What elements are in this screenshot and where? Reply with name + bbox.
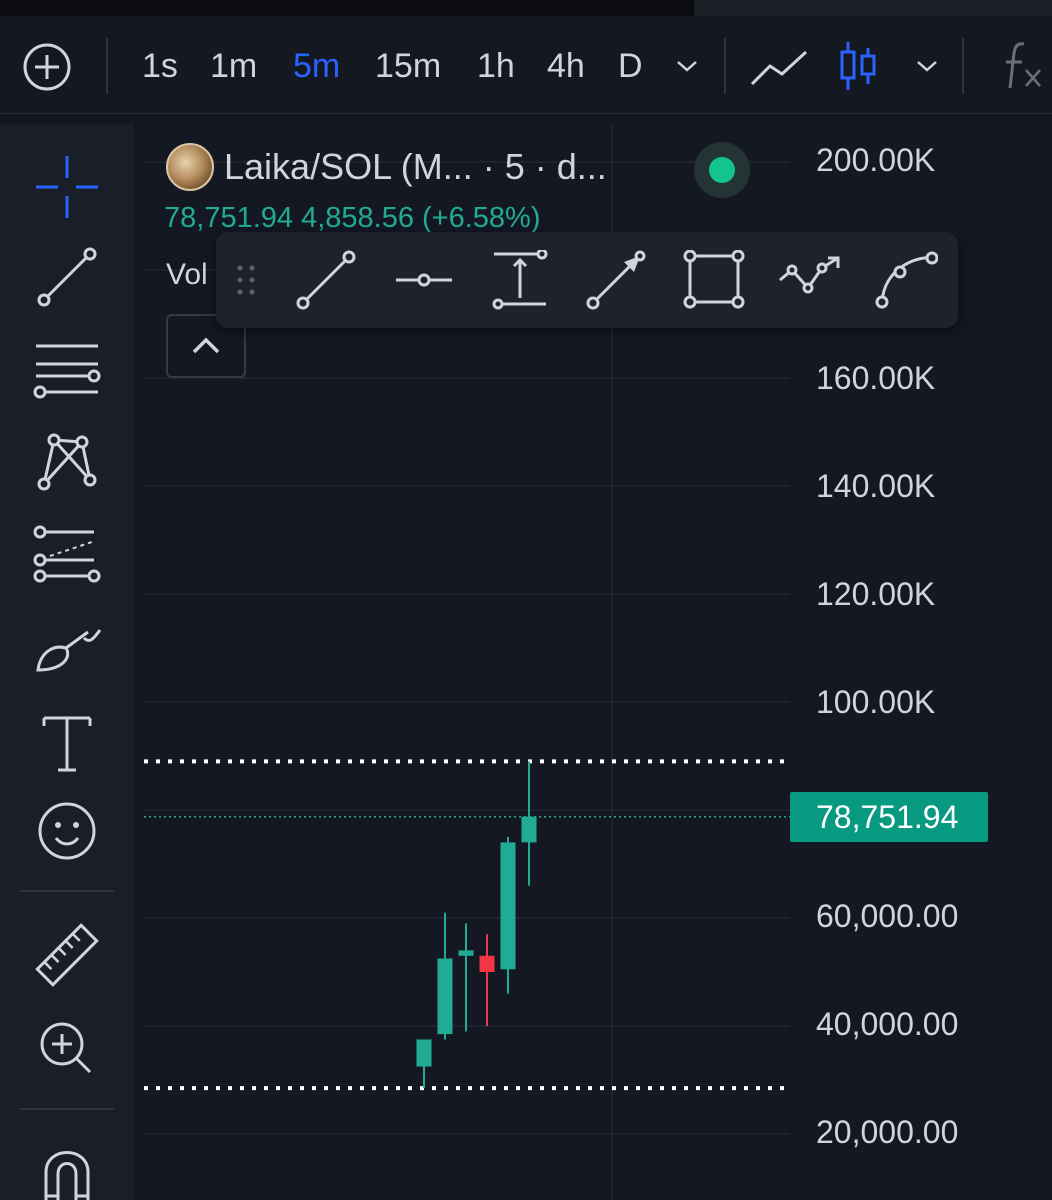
arrow-line-icon[interactable] — [584, 250, 648, 310]
fib-icon[interactable] — [32, 520, 102, 590]
candle-body — [437, 958, 453, 1035]
sidebar-divider — [20, 1108, 114, 1110]
crosshair-icon[interactable] — [32, 152, 102, 222]
price-scale-label: 100.00K — [816, 684, 936, 720]
rectangle-icon[interactable] — [682, 250, 746, 310]
horizontal-lines-icon[interactable] — [32, 332, 102, 402]
timeframe-1m[interactable]: 1m — [210, 46, 257, 86]
toolbar-separator — [106, 38, 108, 94]
horizontal-ray-icon[interactable] — [392, 250, 456, 310]
trend-line-icon[interactable] — [294, 250, 358, 310]
symbol-name: Laika/SOL (M... — [224, 146, 473, 187]
indicators-fx-icon[interactable] — [1000, 40, 1046, 92]
timeframe-5m[interactable]: 5m — [293, 46, 340, 86]
top-toolbar: 1s 1m 5m 15m 1h 4h D — [0, 16, 1052, 114]
price-scale-label: 140.00K — [816, 468, 936, 504]
pattern-icon[interactable] — [32, 424, 102, 494]
curve-icon[interactable] — [874, 250, 938, 310]
timeframe-1s[interactable]: 1s — [142, 46, 178, 86]
line-chart-icon[interactable] — [750, 48, 808, 88]
ruler-icon[interactable] — [32, 920, 102, 990]
chevron-up-icon — [192, 337, 220, 354]
status-bar — [0, 0, 1052, 16]
text-icon[interactable] — [32, 708, 102, 778]
add-circle-icon[interactable] — [22, 42, 72, 92]
timeframe-d[interactable]: D — [618, 46, 643, 86]
chart-pane[interactable]: Laika/SOL (M... · 5 · d... 78,751.94 4,8… — [144, 124, 1052, 1200]
candle-body — [458, 950, 474, 956]
drawing-toolbar — [216, 232, 958, 328]
status-bar-segment — [694, 0, 1052, 16]
chevron-down-icon[interactable] — [914, 56, 940, 76]
zoom-in-icon[interactable] — [32, 1012, 102, 1082]
timeframe-15m[interactable]: 15m — [375, 46, 441, 86]
symbol-legend[interactable]: Laika/SOL (M... · 5 · d... — [166, 143, 607, 191]
chevron-down-icon[interactable] — [674, 56, 700, 76]
drag-handle-icon[interactable] — [234, 262, 260, 298]
toolbar-separator — [724, 38, 726, 94]
drawing-tools-sidebar — [0, 124, 134, 1200]
brush-icon[interactable] — [32, 614, 102, 684]
price-scale-label: 160.00K — [816, 360, 936, 396]
path-icon[interactable] — [778, 250, 842, 310]
magnet-icon[interactable] — [32, 1138, 102, 1200]
price-scale-label: 60,000.00 — [816, 898, 959, 934]
symbol-avatar — [166, 143, 214, 191]
symbol-interval: · 5 · d... — [482, 146, 607, 187]
live-status-indicator — [694, 142, 750, 198]
price-range-icon[interactable] — [488, 250, 552, 310]
candle-body — [416, 1039, 432, 1067]
trend-line-icon[interactable] — [32, 242, 102, 312]
timeframe-4h[interactable]: 4h — [547, 46, 585, 86]
ohlc-values: 78,751.94 4,858.56 (+6.58%) — [164, 202, 541, 234]
candlestick-chart-icon[interactable] — [838, 40, 878, 92]
timeframe-1h[interactable]: 1h — [477, 46, 515, 86]
price-scale-label: 40,000.00 — [816, 1006, 959, 1042]
price-scale-label: 200.00K — [816, 142, 936, 178]
last-price-label: 78,751.94 — [790, 792, 988, 842]
volume-legend[interactable]: Vol — [166, 258, 208, 292]
candle-body — [521, 816, 537, 843]
price-scale-label: 120.00K — [816, 576, 936, 612]
emoji-icon[interactable] — [32, 796, 102, 866]
sidebar-divider — [20, 890, 114, 892]
candle-body — [500, 842, 516, 970]
price-scale-label: 20,000.00 — [816, 1114, 959, 1150]
candle-body — [479, 955, 495, 972]
toolbar-separator — [962, 38, 964, 94]
